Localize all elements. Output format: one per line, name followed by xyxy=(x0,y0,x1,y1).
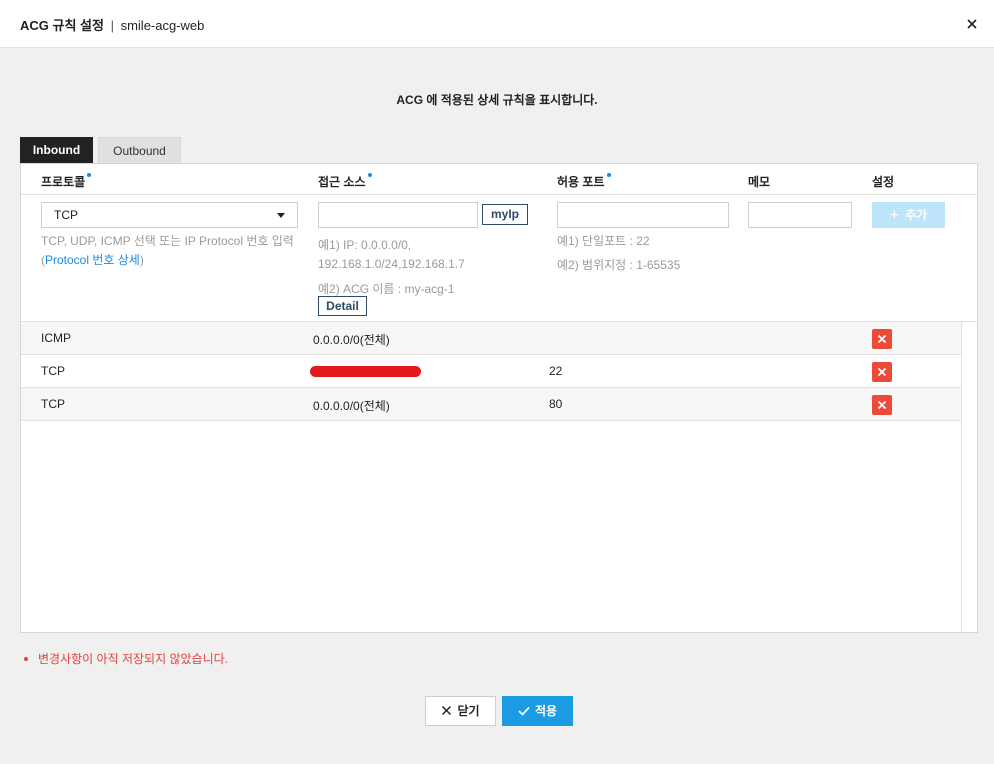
add-rule-button[interactable]: + 추가 xyxy=(872,202,945,228)
rule-source: 0.0.0.0/0(전체) xyxy=(313,333,390,347)
rule-protocol: TCP xyxy=(41,397,65,411)
table-row: ICMP 0.0.0.0/0(전체) xyxy=(21,322,961,355)
column-header-setting: 설정 xyxy=(872,175,895,189)
tab-inbound[interactable]: Inbound xyxy=(20,137,93,163)
table-row: TCP 22 xyxy=(21,355,961,388)
column-header-source: 접근 소스 xyxy=(318,173,372,190)
protocol-select[interactable]: TCP xyxy=(41,202,298,228)
close-icon xyxy=(877,367,887,377)
header-divider xyxy=(21,194,977,195)
table-row: TCP 0.0.0.0/0(전체) 80 xyxy=(21,388,961,421)
delete-rule-button[interactable] xyxy=(872,329,892,349)
close-icon[interactable] xyxy=(964,16,980,32)
column-header-port: 허용 포트 xyxy=(557,173,611,190)
delete-rule-button[interactable] xyxy=(872,362,892,382)
required-dot-icon xyxy=(606,173,611,177)
port-input[interactable] xyxy=(557,202,729,228)
vertical-scrollbar[interactable] xyxy=(961,322,977,632)
rule-protocol: ICMP xyxy=(41,331,71,345)
check-icon xyxy=(518,706,530,716)
title-separator: | xyxy=(110,18,114,33)
close-button[interactable]: 닫기 xyxy=(425,696,496,726)
rules-list: ICMP 0.0.0.0/0(전체) TCP 22 TCP 0.0.0.0/0(… xyxy=(21,322,961,421)
bullet-icon xyxy=(24,656,28,661)
apply-button[interactable]: 적용 xyxy=(502,696,573,726)
memo-input[interactable] xyxy=(748,202,852,228)
modal-title: ACG 규칙 설정 | smile-acg-web xyxy=(20,15,204,34)
required-dot-icon xyxy=(367,173,372,177)
protocol-number-link[interactable]: Protocol 번호 상세 xyxy=(45,253,140,267)
source-input[interactable] xyxy=(318,202,478,228)
chevron-down-icon xyxy=(277,213,285,218)
close-icon xyxy=(877,334,887,344)
detail-button[interactable]: Detail xyxy=(318,296,367,316)
rule-port: 22 xyxy=(549,364,563,378)
column-header-memo: 메모 xyxy=(748,175,771,189)
rule-port: 80 xyxy=(549,397,563,411)
rule-protocol: TCP xyxy=(41,364,65,378)
protocol-select-value: TCP xyxy=(54,208,78,222)
required-dot-icon xyxy=(87,173,92,177)
modal-header: ACG 규칙 설정 | smile-acg-web xyxy=(0,0,994,48)
delete-rule-button[interactable] xyxy=(872,395,892,415)
close-icon xyxy=(442,705,452,716)
myip-button[interactable]: myIp xyxy=(482,204,528,225)
plus-icon: + xyxy=(889,207,900,224)
column-header-protocol: 프로토콜 xyxy=(41,173,92,190)
add-rule-label: 추가 xyxy=(905,208,928,222)
description-text: ACG 에 적용된 상세 규칙을 표시합니다. xyxy=(396,93,598,107)
redaction-mark xyxy=(310,366,421,377)
rule-source: 0.0.0.0/0(전체) xyxy=(313,399,390,413)
close-icon xyxy=(877,400,887,410)
rules-panel: 프로토콜 접근 소스 허용 포트 메모 설정 TCP TCP, UDP, ICM… xyxy=(20,163,978,633)
protocol-hint: TCP, UDP, ICMP 선택 또는 IP Protocol 번호 입력 (… xyxy=(41,234,294,267)
source-hint: 예1) IP: 0.0.0.0/0, 192.168.1.0/24,192.16… xyxy=(318,238,465,296)
tab-outbound[interactable]: Outbound xyxy=(98,137,181,163)
modal-title-text: ACG 규칙 설정 xyxy=(20,18,104,33)
port-hint: 예1) 단일포트 : 22 예2) 범위지정 : 1-65535 xyxy=(557,234,681,272)
acg-name: smile-acg-web xyxy=(120,18,205,33)
unsaved-warning: 변경사항이 아직 저장되지 않았습니다. xyxy=(24,650,228,667)
